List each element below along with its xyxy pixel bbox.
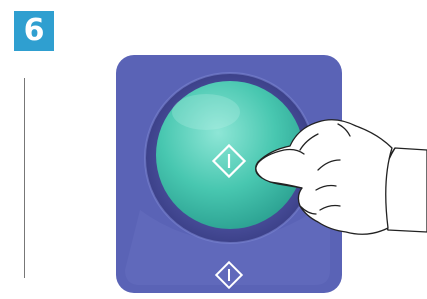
start-button-illustration <box>116 55 427 293</box>
